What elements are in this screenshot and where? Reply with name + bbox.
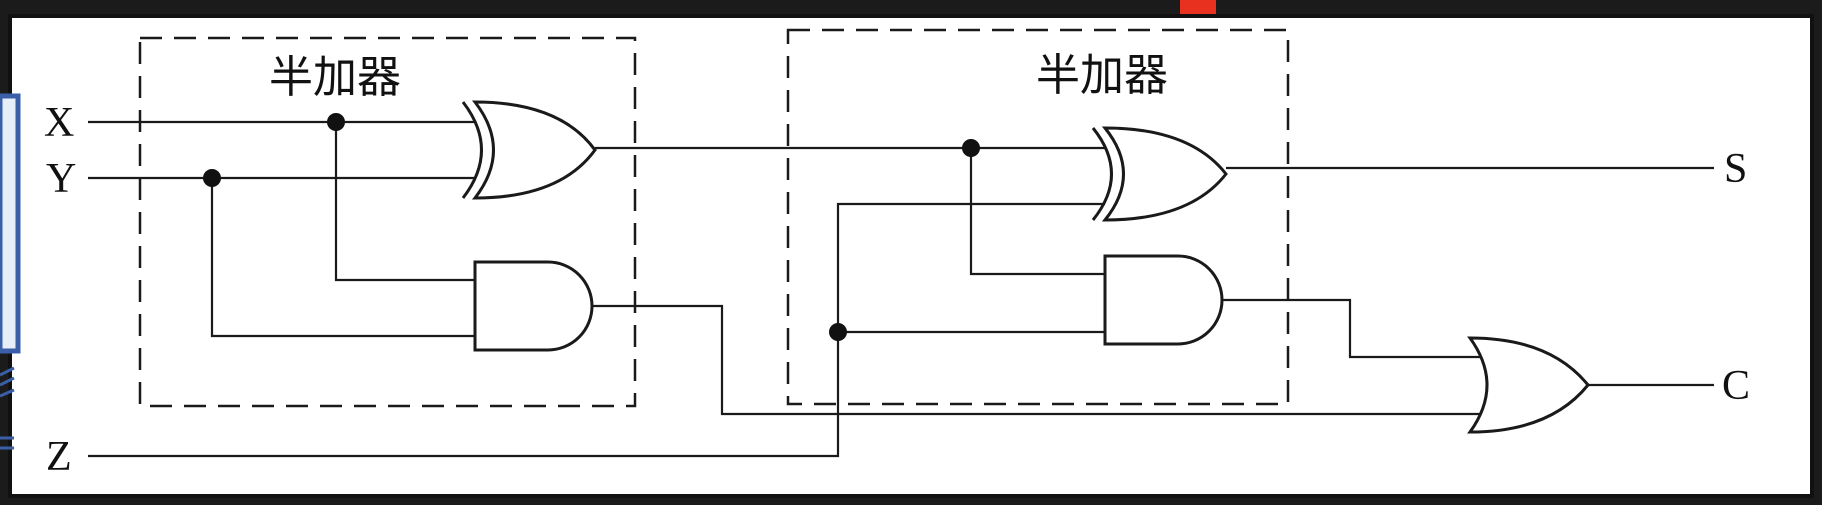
junction-z bbox=[829, 323, 847, 341]
left-edge-panel bbox=[0, 93, 21, 354]
junction-x bbox=[327, 113, 345, 131]
half-adder-1-label: 半加器 bbox=[269, 53, 401, 102]
input-label-x: X bbox=[44, 100, 74, 146]
output-label-s: S bbox=[1724, 146, 1747, 192]
input-label-z: Z bbox=[46, 434, 72, 480]
full-adder-diagram: 半加器 半加器 X Y Z S C bbox=[0, 0, 1822, 500]
output-label-c: C bbox=[1722, 363, 1750, 409]
junction-s1 bbox=[962, 139, 980, 157]
input-label-y: Y bbox=[46, 156, 76, 202]
junction-y bbox=[203, 169, 221, 187]
half-adder-2-label: 半加器 bbox=[1036, 51, 1168, 100]
red-marker bbox=[1180, 0, 1216, 14]
and-gate-1 bbox=[473, 260, 594, 352]
and-gate-2 bbox=[1103, 254, 1224, 346]
stage: 半加器 半加器 X Y Z S C bbox=[0, 0, 1822, 500]
